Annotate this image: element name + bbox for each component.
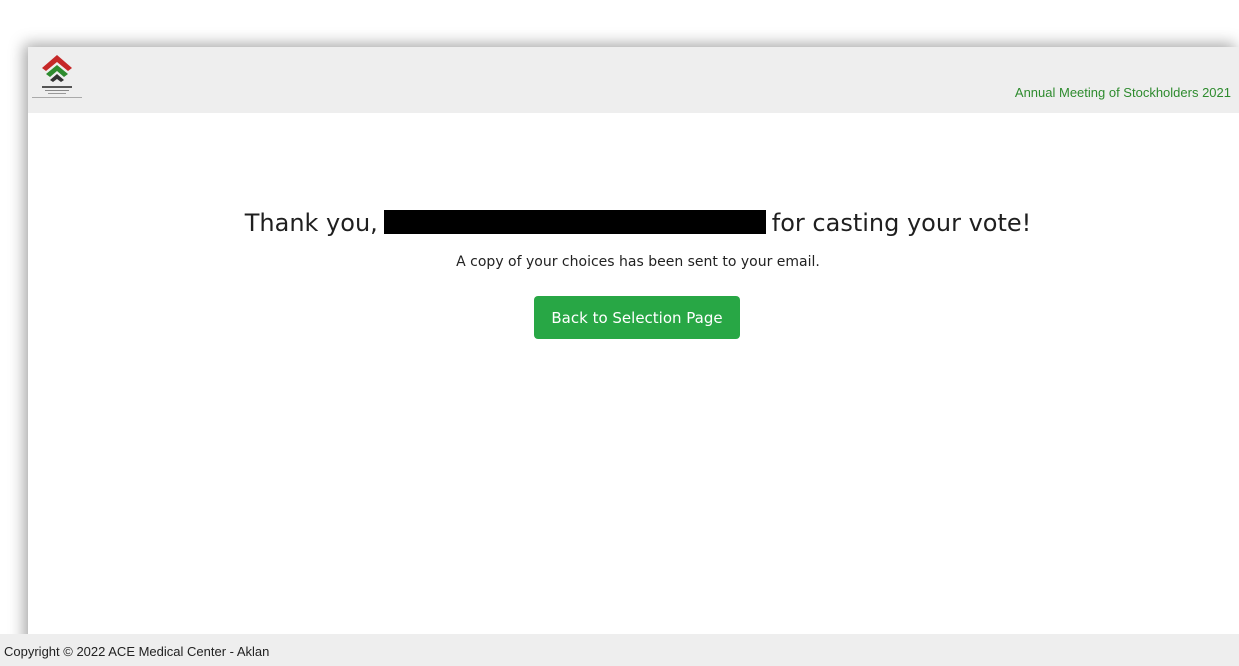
browser-window: Annual Meeting of Stockholders 2021 Than… [0, 47, 1239, 666]
email-confirmation-text: A copy of your choices has been sent to … [456, 254, 820, 270]
meeting-title: Annual Meeting of Stockholders 2021 [1014, 85, 1231, 100]
main-content: Thank you, for casting your vote! A copy … [28, 113, 1239, 634]
asia-pacific-logo-icon[interactable] [28, 53, 86, 103]
thanks-suffix: for casting your vote! [771, 209, 1032, 237]
page: Annual Meeting of Stockholders 2021 Than… [0, 0, 1239, 666]
footer: Copyright © 2022 ACE Medical Center - Ak… [0, 634, 1239, 666]
top-header: Annual Meeting of Stockholders 2021 [28, 47, 1239, 113]
thank-you-heading: Thank you, for casting your vote! [28, 209, 1239, 237]
back-to-selection-button[interactable]: Back to Selection Page [534, 296, 740, 339]
redacted-name [383, 210, 766, 234]
thanks-prefix: Thank you, [244, 209, 378, 237]
copyright-text: Copyright © 2022 ACE Medical Center - Ak… [4, 644, 270, 659]
